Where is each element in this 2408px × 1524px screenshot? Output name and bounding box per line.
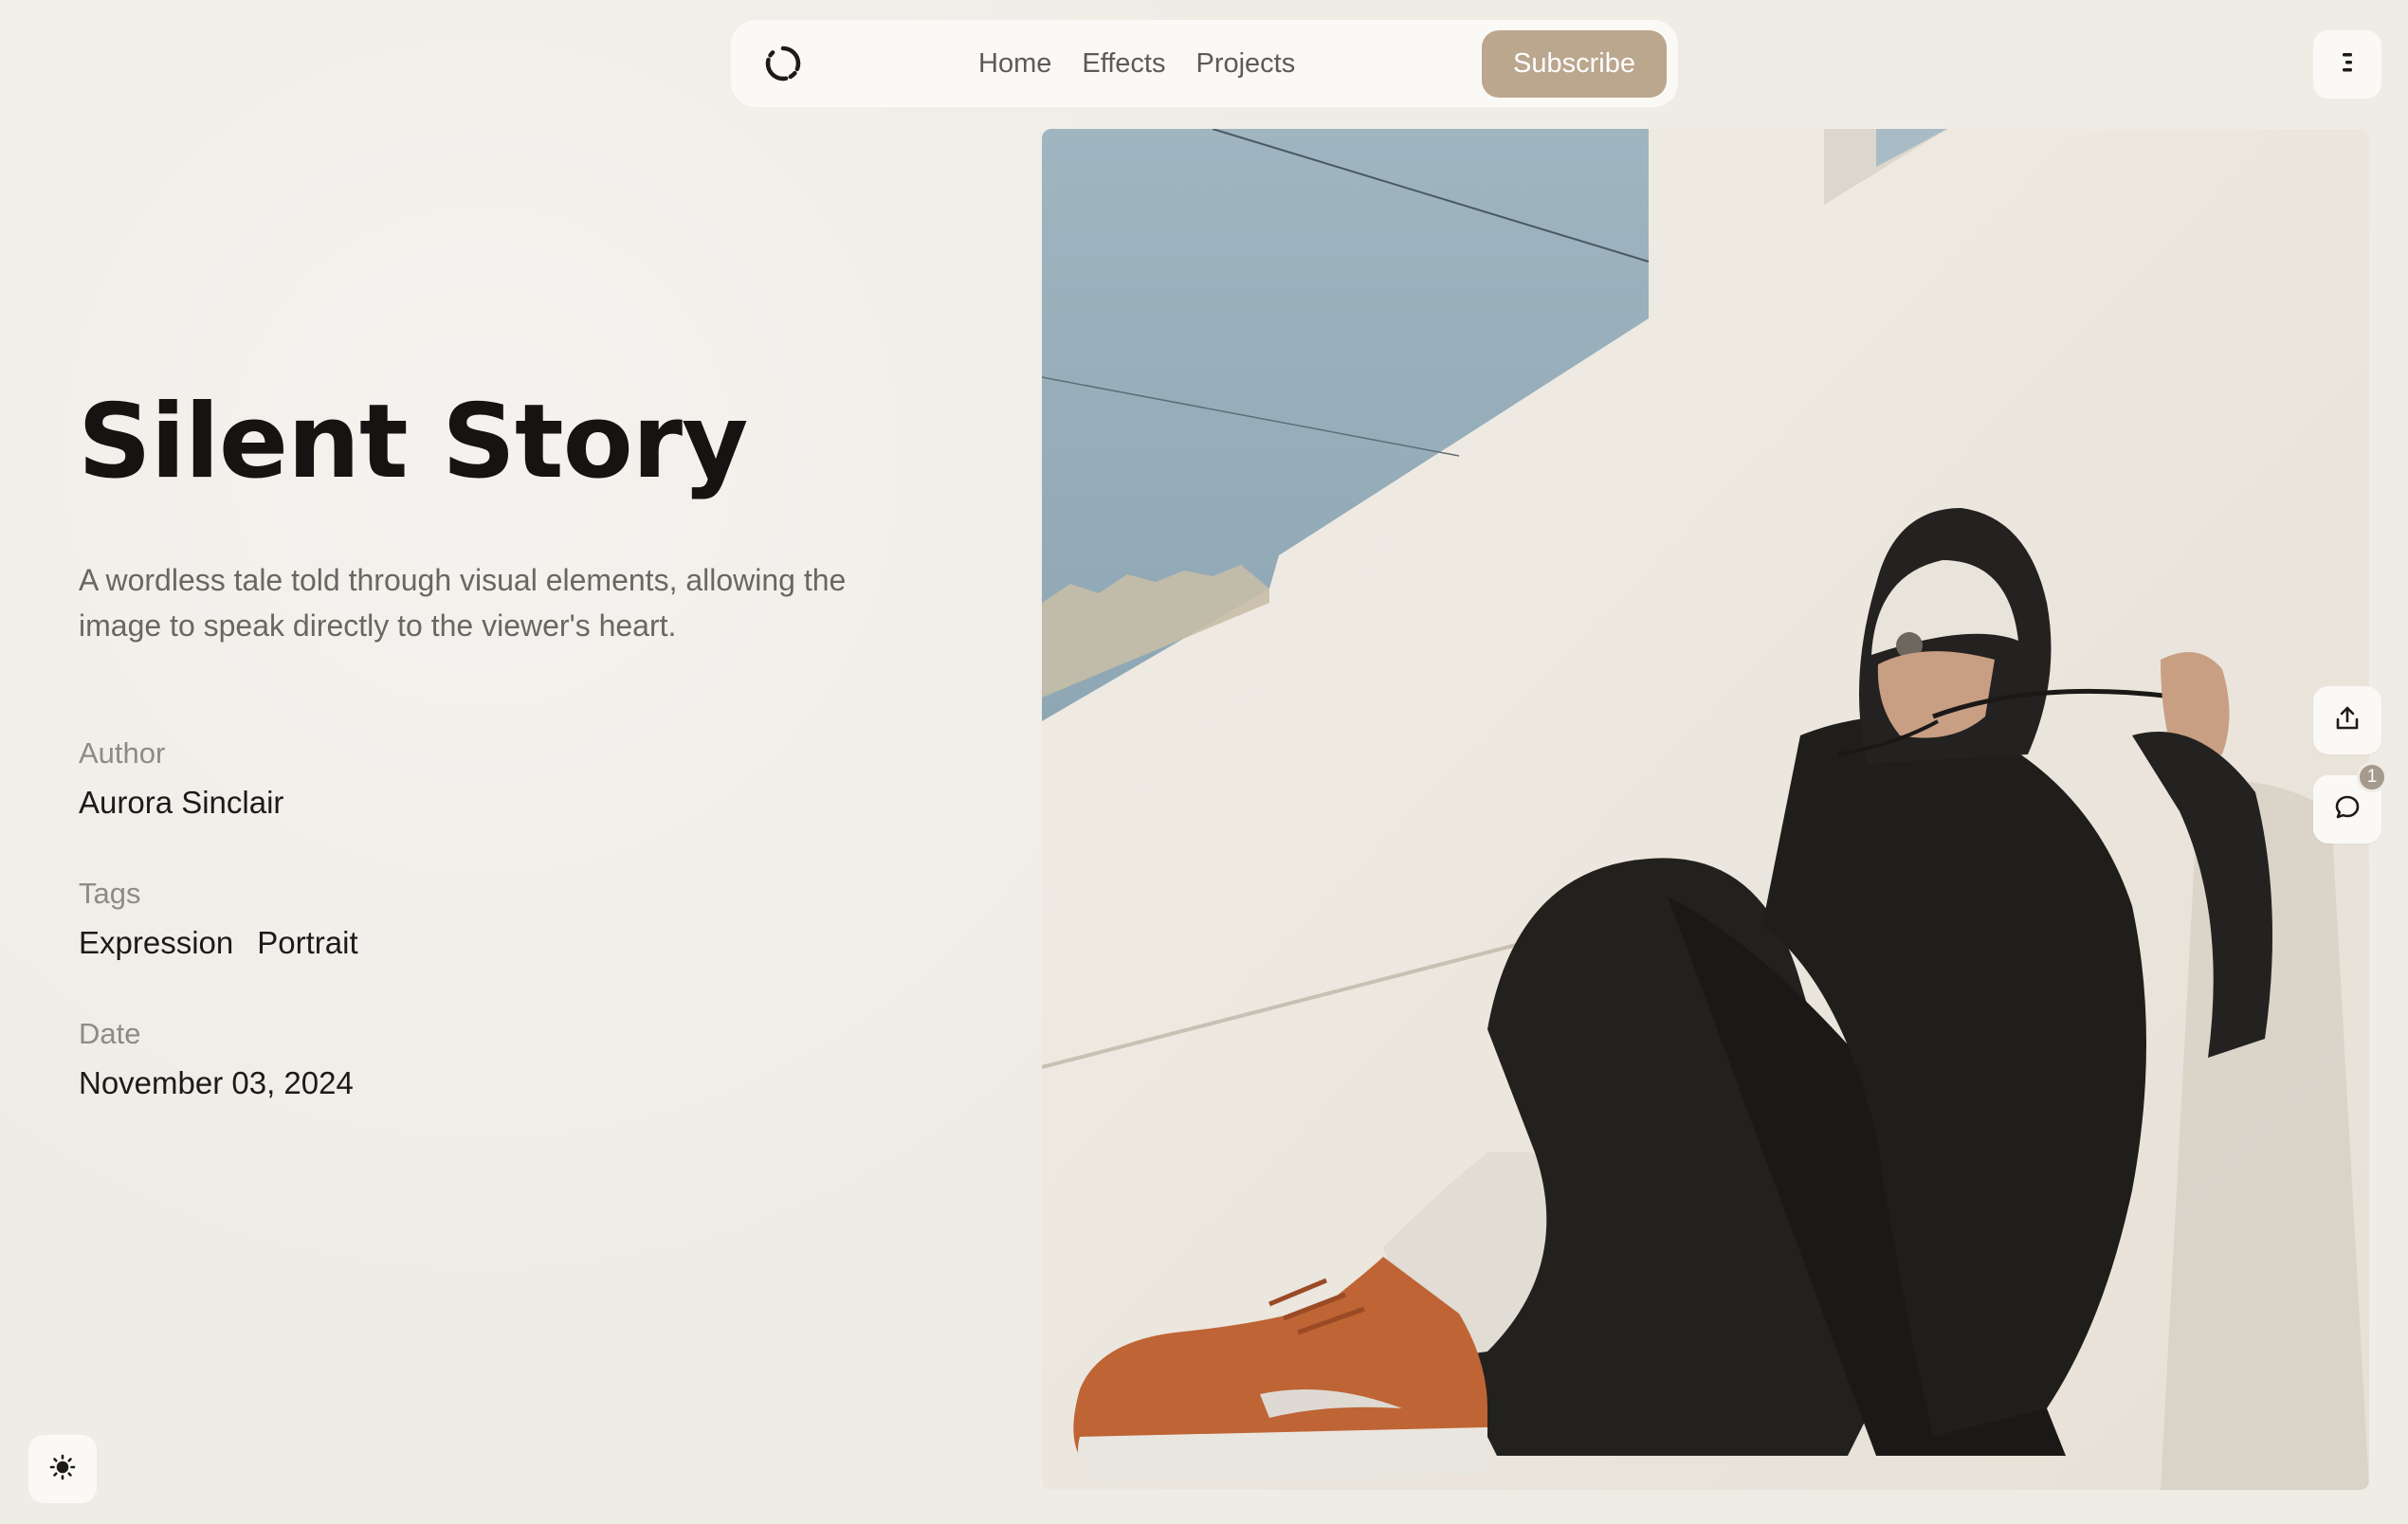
author-name[interactable]: Aurora Sinclair [79, 785, 283, 821]
menu-icon [2338, 50, 2357, 80]
nav-link-effects[interactable]: Effects [1082, 48, 1165, 80]
top-navbar: Home Effects Projects Subscribe [731, 20, 1678, 107]
tag-portrait[interactable]: Portrait [257, 925, 357, 961]
theme-toggle-button[interactable] [28, 1435, 97, 1503]
page-title: Silent Story [78, 383, 748, 501]
nav-link-projects[interactable]: Projects [1195, 48, 1295, 80]
hero-image [1042, 129, 2369, 1490]
page-description: A wordless tale told through visual elem… [79, 563, 847, 643]
nav-links: Home Effects Projects [978, 20, 1295, 107]
author-label: Author [79, 736, 166, 770]
date-label: Date [79, 1017, 141, 1050]
loading-ring-icon[interactable] [765, 45, 801, 82]
subscribe-button[interactable]: Subscribe [1482, 30, 1667, 98]
nav-link-home[interactable]: Home [978, 48, 1051, 80]
sun-icon [49, 1454, 76, 1485]
share-icon [2333, 704, 2362, 737]
tag-expression[interactable]: Expression [79, 925, 233, 961]
menu-button[interactable] [2313, 30, 2381, 99]
share-button[interactable] [2313, 686, 2381, 754]
tags-label: Tags [79, 877, 141, 910]
comments-button[interactable]: 1 [2313, 762, 2387, 844]
tag-list: Expression Portrait [79, 925, 358, 961]
comment-count-badge: 1 [2357, 762, 2387, 792]
publish-date: November 03, 2024 [79, 1065, 354, 1100]
comment-icon [2333, 793, 2362, 826]
